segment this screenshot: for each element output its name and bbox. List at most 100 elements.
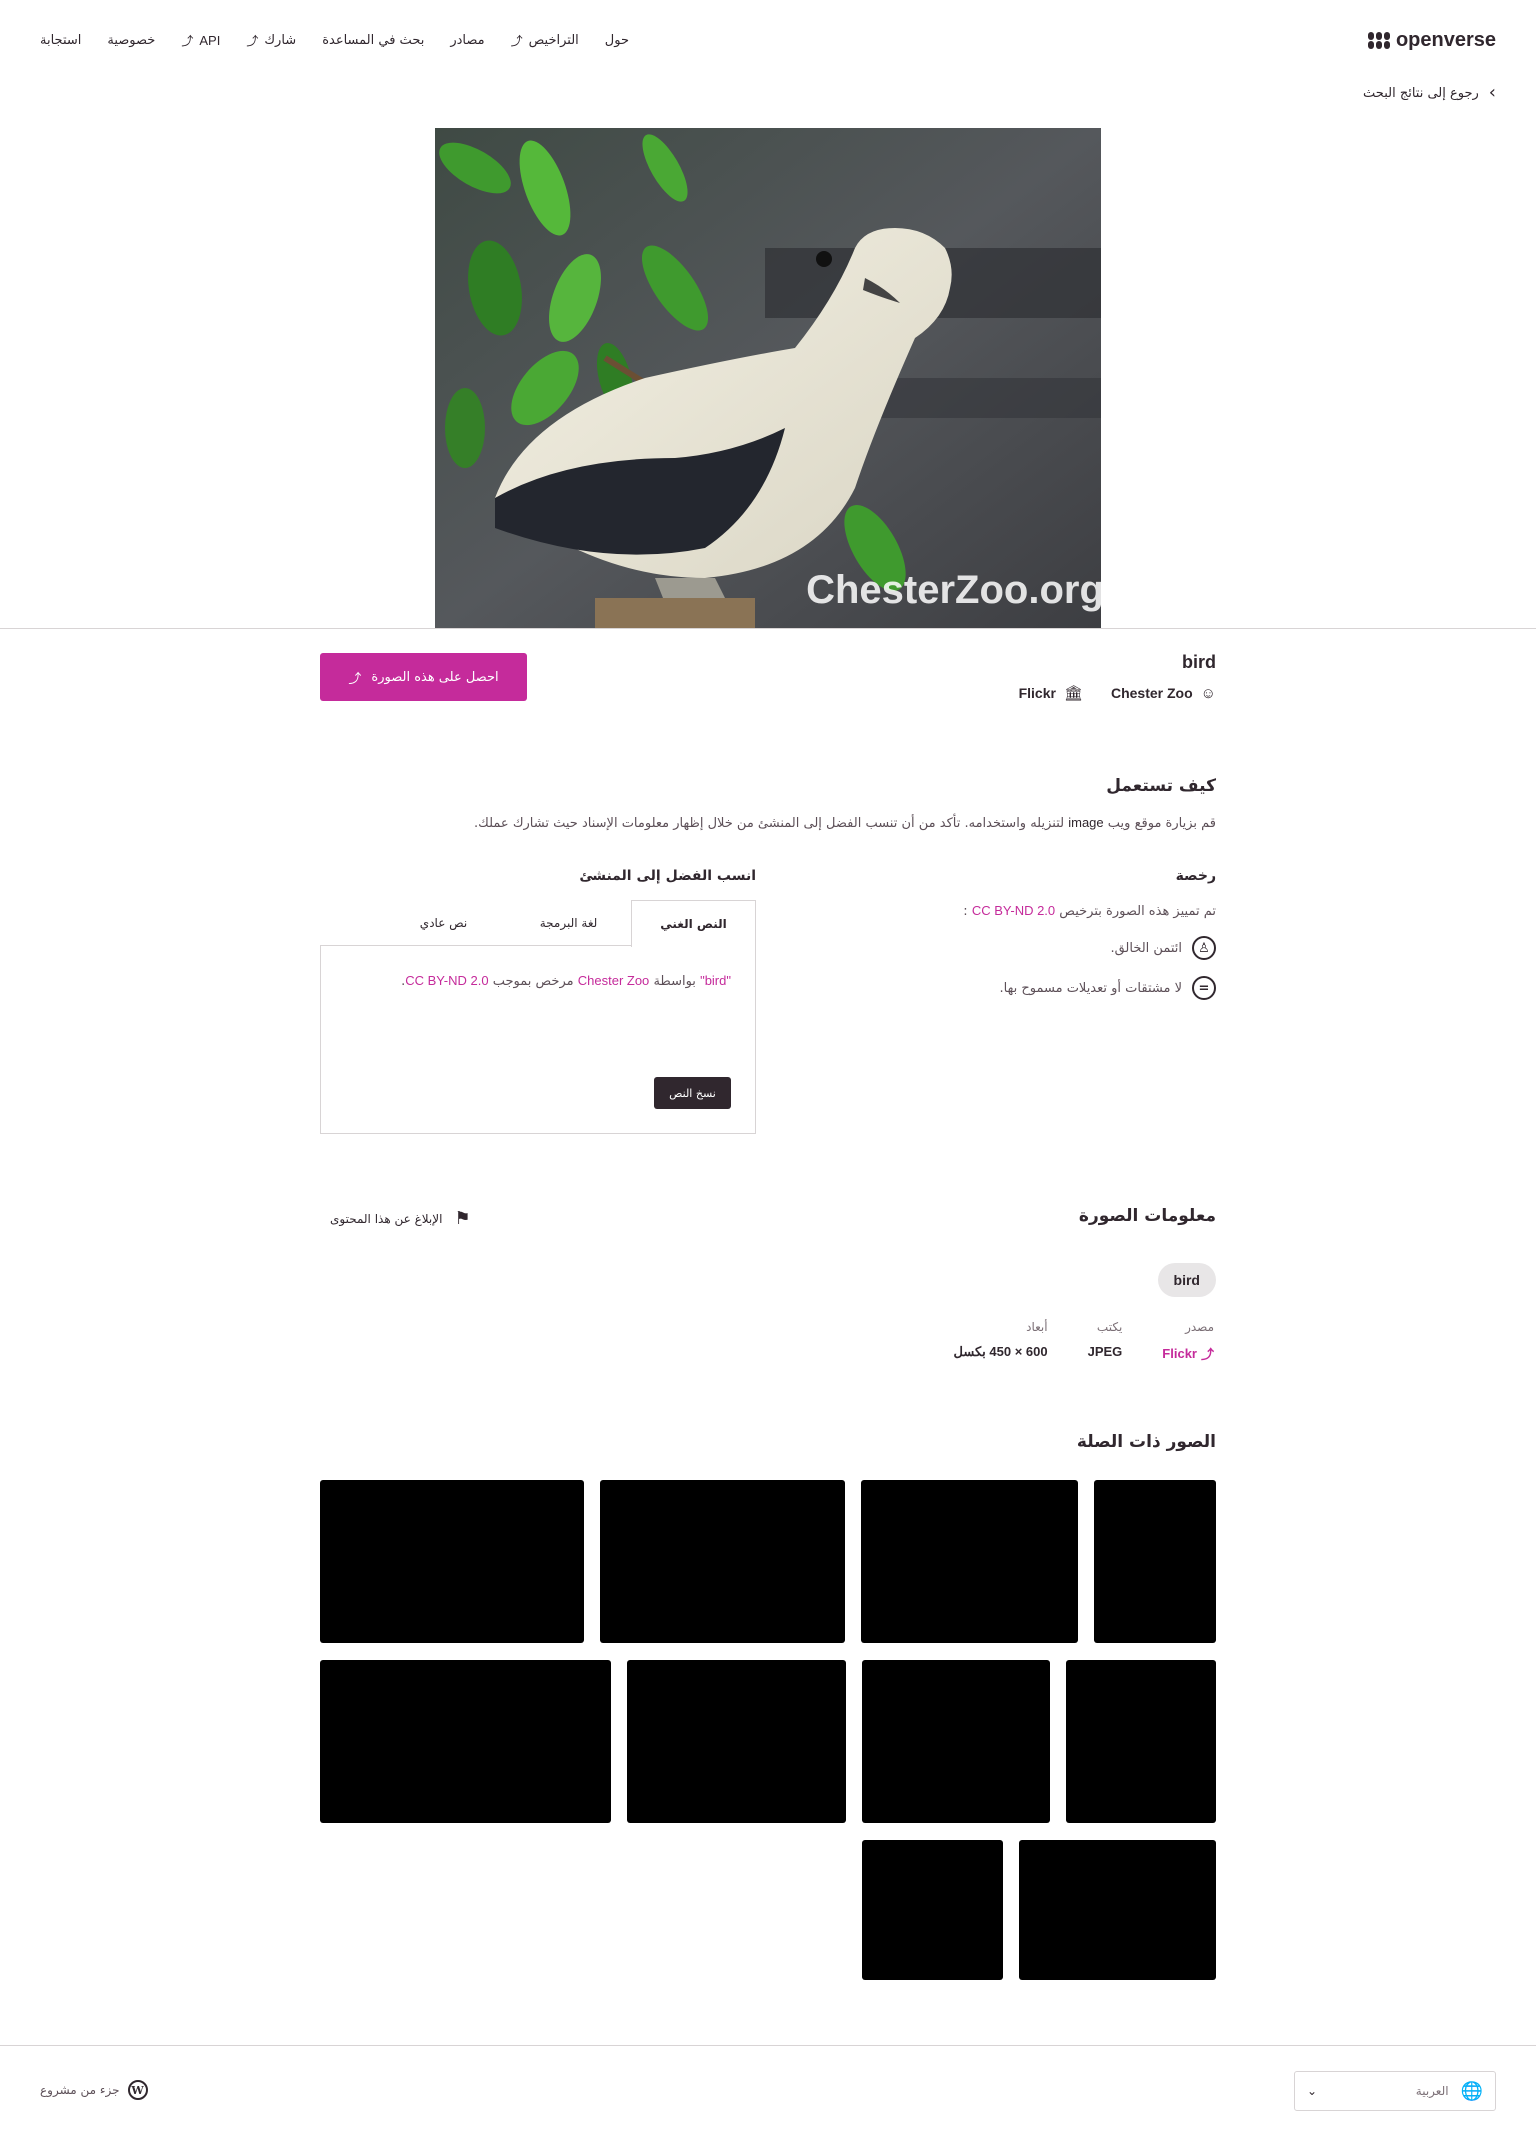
info-source-value: Flickr bbox=[1162, 1346, 1197, 1361]
license-link[interactable]: CC BY-ND 2.0 bbox=[972, 903, 1055, 918]
attribution-text: "bird" بواسطة Chester Zoo مرخص بموجب CC … bbox=[401, 973, 731, 989]
back-to-results-link[interactable]: › رجوع إلى نتائج البحث bbox=[1363, 84, 1496, 102]
get-image-label: احصل على هذه الصورة bbox=[371, 669, 499, 685]
external-link-icon: ⤴ bbox=[510, 33, 523, 48]
related-image[interactable] bbox=[627, 1660, 846, 1823]
info-source-link[interactable]: ⤴ Flickr bbox=[1162, 1344, 1214, 1363]
language-value: العربية bbox=[1415, 2084, 1449, 2098]
license-item-nd: = لا مشتقات أو تعديلات مسموح بها. bbox=[1000, 976, 1216, 1000]
related-image[interactable] bbox=[1019, 1840, 1216, 1980]
chevron-down-icon: ⌄ bbox=[1307, 2084, 1318, 2098]
tab-html[interactable]: لغة البرمجة bbox=[506, 900, 631, 946]
back-link-label: رجوع إلى نتائج البحث bbox=[1363, 85, 1479, 101]
get-image-button[interactable]: احصل على هذه الصورة ⤴ bbox=[320, 653, 527, 701]
main-image: ChesterZoo.org bbox=[435, 128, 1101, 628]
info-type-value: JPEG bbox=[1087, 1344, 1123, 1359]
license-line-after: : bbox=[963, 904, 968, 919]
license-item-by-text: ائتمن الخالق. bbox=[1110, 940, 1182, 956]
related-image[interactable] bbox=[1066, 1660, 1216, 1823]
info-type: يكتب JPEG bbox=[1088, 1320, 1123, 1363]
image-info-columns: مصدر ⤴ Flickr يكتب JPEG أبعاد 600 × 450 … bbox=[954, 1320, 1214, 1363]
related-image[interactable] bbox=[320, 1660, 611, 1823]
image-info-title: معلومات الصورة bbox=[1078, 1206, 1216, 1226]
chevron-right-icon: › bbox=[1488, 82, 1496, 103]
tab-rich-text[interactable]: النص الغني bbox=[631, 900, 756, 947]
nav-contribute[interactable]: شارك ⤴ bbox=[246, 32, 296, 49]
external-link-icon: ⤴ bbox=[1200, 1347, 1214, 1362]
image-meta: ☺ Chester Zoo 🏛 Flickr bbox=[1019, 684, 1216, 703]
nav-feedback[interactable]: استجابة bbox=[40, 33, 81, 48]
info-dimensions-label: أبعاد bbox=[1026, 1320, 1048, 1334]
nav-feedback-label: استجابة bbox=[40, 32, 82, 48]
license-item-nd-text: لا مشتقات أو تعديلات مسموح بها. bbox=[999, 980, 1182, 996]
nav-about-label: حول bbox=[604, 32, 629, 48]
nav-sources[interactable]: مصادر bbox=[450, 33, 484, 48]
tag-chip[interactable]: bird bbox=[1157, 1263, 1216, 1297]
related-image[interactable] bbox=[862, 1660, 1050, 1823]
info-dimensions: أبعاد 600 × 450 بكسل bbox=[954, 1320, 1048, 1363]
attribution-panel: "bird" بواسطة Chester Zoo مرخص بموجب CC … bbox=[320, 945, 756, 1134]
main-nav: حول التراخيص ⤴ مصادر بحث في المساعدة شارك… bbox=[40, 32, 629, 49]
language-select[interactable]: 🌐 العربية ⌄ bbox=[1294, 2071, 1496, 2111]
external-link-icon: ⤴ bbox=[246, 33, 259, 48]
cc-nd-icon: = bbox=[1192, 976, 1216, 1000]
wordpress-text: جزء من مشروع bbox=[40, 2083, 120, 2097]
watermark-text: ChesterZoo.org bbox=[806, 568, 1101, 612]
attribution-licensed: مرخص بموجب bbox=[492, 974, 574, 989]
nav-contribute-label: شارك bbox=[264, 32, 297, 48]
user-icon: ☺ bbox=[1200, 684, 1216, 702]
creator-name: Chester Zoo bbox=[1110, 685, 1193, 701]
attribution-title-link[interactable]: "bird" bbox=[700, 973, 731, 988]
related-image[interactable] bbox=[600, 1480, 845, 1643]
nav-licenses-label: التراخيص bbox=[528, 32, 579, 48]
info-dimensions-value: 600 × 450 بكسل bbox=[953, 1344, 1048, 1359]
nav-privacy[interactable]: خصوصية bbox=[107, 33, 155, 48]
copy-text-button[interactable]: نسخ النص bbox=[654, 1077, 731, 1109]
source-name: Flickr bbox=[1018, 685, 1056, 701]
nav-search-help-label: بحث في المساعدة bbox=[322, 32, 425, 48]
wordpress-link[interactable]: W جزء من مشروع bbox=[40, 2080, 148, 2100]
globe-icon: 🌐 bbox=[1460, 2080, 1483, 2102]
nav-sources-label: مصادر bbox=[450, 32, 485, 48]
info-source: مصدر ⤴ Flickr bbox=[1162, 1320, 1214, 1363]
wordpress-icon: W bbox=[127, 2080, 148, 2100]
creator-link[interactable]: ☺ Chester Zoo bbox=[1111, 684, 1216, 702]
attribution-title: انسب الفضل إلى المنشئ bbox=[579, 868, 756, 884]
site-header: openverse حول التراخيص ⤴ مصادر بحث في الم… bbox=[0, 0, 1536, 80]
report-label: الإبلاغ عن هذا المحتوى bbox=[330, 1211, 443, 1226]
related-image[interactable] bbox=[861, 1480, 1078, 1643]
how-desc-after: لتنزيله واستخدامه. تأكد من أن تنسب الفضل… bbox=[474, 816, 1065, 831]
info-source-label: مصدر bbox=[1185, 1320, 1214, 1334]
nav-api[interactable]: API ⤴ bbox=[181, 32, 220, 49]
info-type-label: يكتب bbox=[1096, 1320, 1123, 1334]
how-desc-media: image bbox=[1068, 815, 1104, 830]
flag-icon: ⚑ bbox=[454, 1208, 471, 1229]
source-link[interactable]: 🏛 Flickr bbox=[1019, 684, 1083, 702]
attribution-by: بواسطة bbox=[653, 974, 696, 989]
how-to-use-title: كيف تستعمل bbox=[1106, 776, 1216, 796]
image-divider bbox=[0, 628, 1536, 629]
nav-search-help[interactable]: بحث في المساعدة bbox=[322, 33, 424, 48]
footer-divider bbox=[0, 2045, 1536, 2046]
how-to-use-description: قم بزيارة موقع ويب image لتنزيله واستخدا… bbox=[474, 815, 1216, 831]
nav-privacy-label: خصوصية bbox=[107, 32, 156, 48]
report-content-link[interactable]: ⚑ الإبلاغ عن هذا المحتوى bbox=[330, 1208, 471, 1229]
attribution-tabs: النص الغني لغة البرمجة نص عادي bbox=[320, 900, 756, 947]
related-image[interactable] bbox=[1094, 1480, 1216, 1643]
institution-icon: 🏛 bbox=[1063, 685, 1083, 702]
tab-plain-text[interactable]: نص عادي bbox=[381, 900, 506, 946]
external-link-icon: ⤴ bbox=[348, 671, 362, 687]
attribution-license-link[interactable]: CC BY-ND 2.0 bbox=[405, 973, 488, 988]
nav-licenses[interactable]: التراخيص ⤴ bbox=[511, 32, 579, 49]
license-line-before: تم تمييز هذه الصورة بترخيص bbox=[1059, 904, 1216, 919]
related-image[interactable] bbox=[320, 1480, 584, 1643]
nav-about[interactable]: حول bbox=[605, 33, 629, 48]
attribution-creator-link[interactable]: Chester Zoo bbox=[578, 973, 650, 988]
license-item-by: ♙ ائتمن الخالق. bbox=[1110, 936, 1216, 960]
cc-by-icon: ♙ bbox=[1192, 936, 1216, 960]
related-image[interactable] bbox=[862, 1840, 1003, 1980]
external-link-icon: ⤴ bbox=[181, 33, 194, 48]
openverse-logo[interactable]: openverse bbox=[1367, 28, 1496, 52]
license-line: تم تمييز هذه الصورة بترخيص CC BY-ND 2.0 … bbox=[963, 903, 1216, 919]
logo-text: openverse bbox=[1395, 28, 1496, 51]
